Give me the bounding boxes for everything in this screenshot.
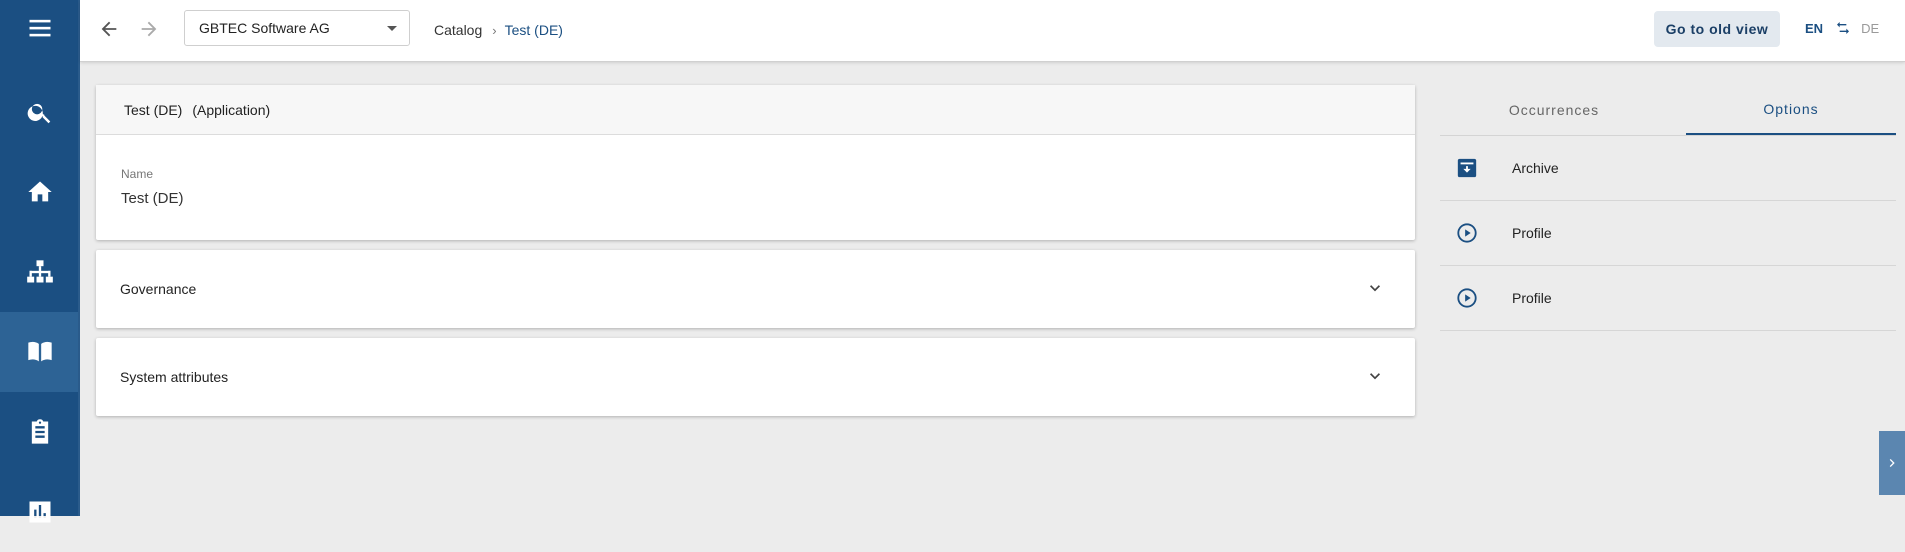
tab-options[interactable]: Options xyxy=(1686,85,1896,135)
option-profile-label: Profile xyxy=(1512,290,1552,306)
system-attributes-accordion-label: System attributes xyxy=(120,369,229,385)
sidebar-item-catalog[interactable] xyxy=(0,312,80,392)
arrow-right-icon xyxy=(141,21,157,37)
old-view-button[interactable]: Go to old view xyxy=(1654,11,1780,47)
object-details-card: Test (DE) (Application) Name Test (DE) xyxy=(96,85,1415,240)
panel-toggle-button[interactable] xyxy=(1879,431,1905,495)
top-bar: GBTEC Software AG Catalog › Test (DE) Go… xyxy=(80,0,1905,62)
archive-icon xyxy=(1457,158,1477,178)
play-circle-icon xyxy=(1457,288,1477,308)
menu-icon xyxy=(29,19,51,37)
option-profile-label: Profile xyxy=(1512,225,1552,241)
sidebar-item-home[interactable] xyxy=(0,152,80,232)
language-de[interactable]: DE xyxy=(1861,21,1879,36)
clipboard-icon xyxy=(31,419,49,444)
language-en[interactable]: EN xyxy=(1805,21,1823,36)
object-title-row: Test (DE) (Application) xyxy=(96,85,1415,135)
option-archive-label: Archive xyxy=(1512,160,1559,176)
language-switch: EN DE xyxy=(1805,20,1879,36)
governance-accordion[interactable]: Governance xyxy=(96,250,1415,328)
sidebar xyxy=(0,0,80,523)
play-circle-icon xyxy=(1457,223,1477,243)
name-field-label: Name xyxy=(121,167,154,181)
chevron-down-icon xyxy=(387,26,397,31)
sidebar-item-tasks[interactable] xyxy=(0,392,80,472)
breadcrumb-catalog[interactable]: Catalog xyxy=(434,22,482,38)
options-list: Archive Profile Profile xyxy=(1440,136,1896,331)
back-button[interactable] xyxy=(96,16,122,42)
option-profile[interactable]: Profile xyxy=(1440,201,1896,266)
swap-icon[interactable] xyxy=(1835,20,1851,36)
breadcrumb-separator-icon: › xyxy=(492,22,497,38)
system-attributes-accordion[interactable]: System attributes xyxy=(96,338,1415,416)
sidebar-item-search[interactable] xyxy=(0,72,80,152)
object-title: Test (DE) xyxy=(124,101,183,118)
menu-button[interactable] xyxy=(0,0,80,68)
tenant-select-value: GBTEC Software AG xyxy=(199,20,330,36)
breadcrumb: Catalog › Test (DE) xyxy=(434,22,563,38)
forward-button[interactable] xyxy=(136,16,162,42)
arrow-left-icon xyxy=(101,21,117,37)
chart-icon xyxy=(29,501,51,523)
right-panel-tabs: Occurrences Options xyxy=(1440,85,1896,136)
search-icon xyxy=(27,103,51,124)
sidebar-divider xyxy=(78,0,80,516)
chevron-right-icon xyxy=(1889,459,1895,467)
chevron-down-icon xyxy=(1370,285,1380,292)
home-icon xyxy=(28,181,52,202)
object-type: (Application) xyxy=(192,101,271,118)
sidebar-item-reports[interactable] xyxy=(0,472,80,552)
governance-accordion-label: Governance xyxy=(120,281,197,297)
catalog-book-icon xyxy=(28,341,52,362)
breadcrumb-current[interactable]: Test (DE) xyxy=(505,22,563,38)
option-archive[interactable]: Archive xyxy=(1440,136,1896,201)
option-profile[interactable]: Profile xyxy=(1440,266,1896,331)
name-field-value: Test (DE) xyxy=(121,190,184,207)
chevron-down-icon xyxy=(1370,373,1380,380)
sidebar-item-hierarchy[interactable] xyxy=(0,232,80,312)
tab-occurrences[interactable]: Occurrences xyxy=(1440,85,1668,135)
hierarchy-icon xyxy=(27,260,53,283)
tenant-select[interactable]: GBTEC Software AG xyxy=(184,10,410,46)
